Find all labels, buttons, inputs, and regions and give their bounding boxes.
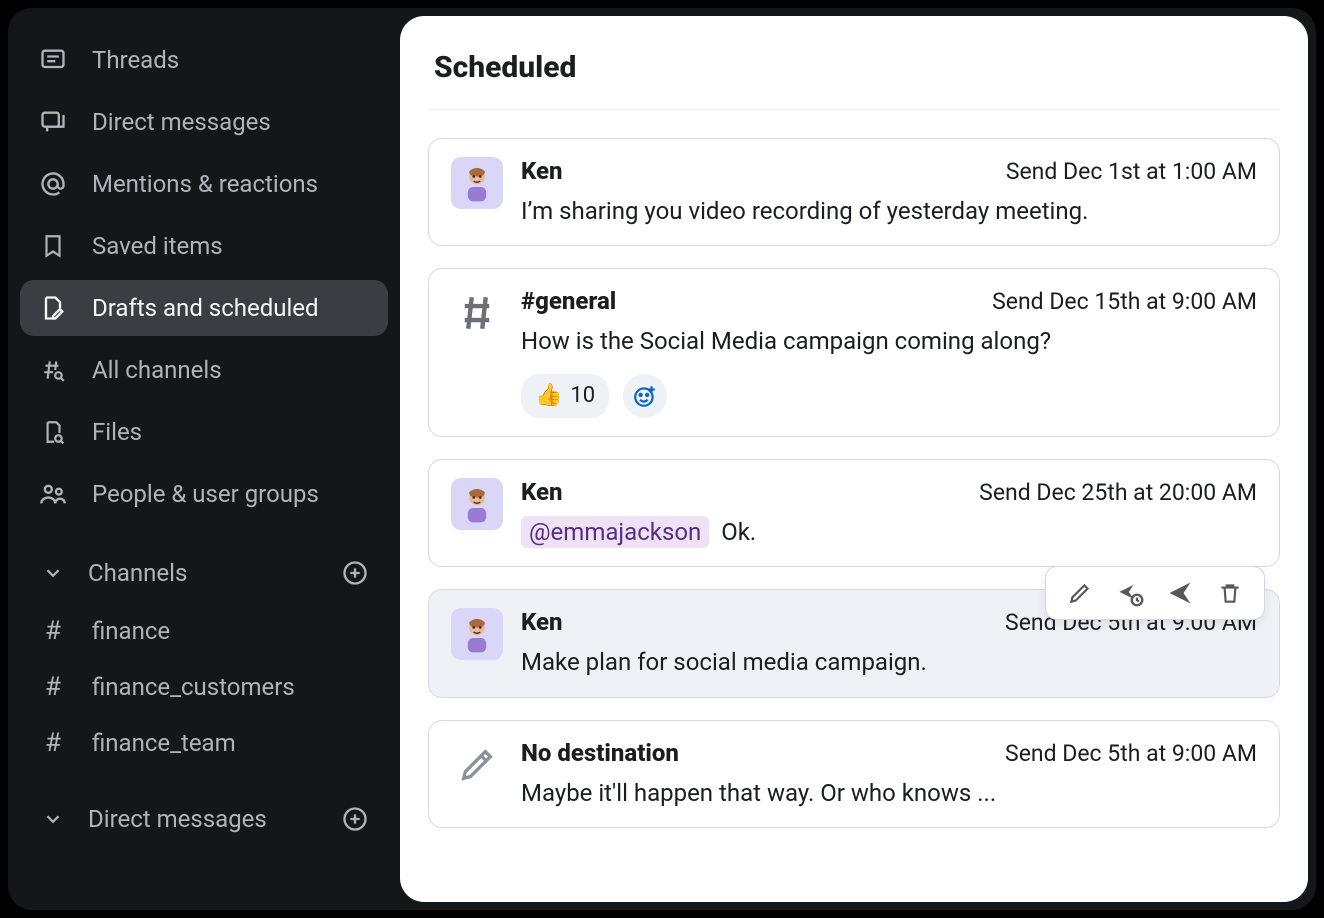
send-now-button[interactable] bbox=[1164, 577, 1196, 609]
send-time: Send Dec 15th at 9:00 AM bbox=[992, 288, 1257, 315]
direct-messages-icon bbox=[36, 105, 70, 139]
channel-name: finance bbox=[92, 617, 170, 645]
sidebar-item-all-channels[interactable]: All channels bbox=[20, 342, 388, 398]
recipient-name: No destination bbox=[521, 739, 679, 767]
add-reaction-button[interactable] bbox=[623, 374, 667, 418]
channel-name: finance_team bbox=[92, 729, 236, 757]
recipient-name: Ken bbox=[521, 608, 563, 636]
scheduled-message-card[interactable]: Ken Send Dec 1st at 1:00 AM I’m sharing … bbox=[428, 138, 1280, 246]
reschedule-button[interactable] bbox=[1114, 577, 1146, 609]
draft-edit-icon bbox=[36, 291, 70, 325]
add-channel-button[interactable] bbox=[338, 556, 372, 590]
sidebar-item-direct-messages[interactable]: Direct messages bbox=[20, 94, 388, 150]
draft-pencil-icon bbox=[451, 739, 503, 791]
sidebar-item-threads[interactable]: Threads bbox=[20, 32, 388, 88]
add-dm-button[interactable] bbox=[338, 802, 372, 836]
scheduled-list: Ken Send Dec 1st at 1:00 AM I’m sharing … bbox=[428, 138, 1280, 828]
page-title: Scheduled bbox=[428, 40, 1280, 110]
sidebar-item-label: All channels bbox=[92, 356, 222, 385]
section-label: Direct messages bbox=[88, 805, 267, 833]
hash-icon: # bbox=[36, 728, 70, 758]
reaction-count: 10 bbox=[570, 383, 595, 408]
message-text: How is the Social Media campaign coming … bbox=[521, 325, 1257, 357]
send-time: Send Dec 5th at 9:00 AM bbox=[1005, 740, 1257, 767]
scheduled-message-card[interactable]: Ken Send Dec 5th at 9:00 AM Make plan fo… bbox=[428, 589, 1280, 697]
sidebar-item-mentions[interactable]: Mentions & reactions bbox=[20, 156, 388, 212]
user-avatar bbox=[451, 608, 503, 660]
people-icon bbox=[36, 477, 70, 511]
sidebar-item-label: Drafts and scheduled bbox=[92, 294, 319, 323]
section-label: Channels bbox=[88, 559, 187, 587]
recipient-name: Ken bbox=[521, 478, 563, 506]
threads-icon bbox=[36, 43, 70, 77]
app-root: Threads Direct messages Mentions & react… bbox=[8, 8, 1316, 910]
channel-finance-team[interactable]: # finance_team bbox=[20, 718, 388, 768]
reaction-emoji: 👍 bbox=[535, 383, 562, 408]
sidebar-item-label: Files bbox=[92, 418, 142, 447]
recipient-name: #general bbox=[521, 287, 616, 315]
send-time: Send Dec 25th at 20:00 AM bbox=[979, 479, 1257, 506]
sidebar-item-saved[interactable]: Saved items bbox=[20, 218, 388, 274]
direct-messages-section-header[interactable]: Direct messages bbox=[20, 792, 388, 846]
user-avatar bbox=[451, 157, 503, 209]
channel-finance[interactable]: # finance bbox=[20, 606, 388, 656]
scheduled-message-card[interactable]: No destination Send Dec 5th at 9:00 AM M… bbox=[428, 720, 1280, 828]
sidebar-item-label: Threads bbox=[92, 46, 179, 75]
hash-icon: # bbox=[36, 616, 70, 646]
reaction-pill[interactable]: 👍 10 bbox=[521, 374, 609, 418]
sidebar: Threads Direct messages Mentions & react… bbox=[8, 8, 400, 910]
message-text-after: Ok. bbox=[721, 518, 756, 546]
sidebar-item-files[interactable]: Files bbox=[20, 404, 388, 460]
sidebar-item-label: Mentions & reactions bbox=[92, 170, 318, 199]
message-text: Make plan for social media campaign. bbox=[521, 646, 1257, 678]
bookmark-icon bbox=[36, 229, 70, 263]
chevron-down-icon bbox=[36, 808, 70, 830]
hash-search-icon bbox=[36, 353, 70, 387]
edit-message-button[interactable] bbox=[1064, 577, 1096, 609]
file-search-icon bbox=[36, 415, 70, 449]
recipient-name: Ken bbox=[521, 157, 563, 185]
chevron-down-icon bbox=[36, 562, 70, 584]
channels-section-header[interactable]: Channels bbox=[20, 546, 388, 600]
channel-hash-icon bbox=[451, 287, 503, 339]
sidebar-item-drafts-scheduled[interactable]: Drafts and scheduled bbox=[20, 280, 388, 336]
reactions-row: 👍 10 bbox=[521, 374, 1257, 418]
at-sign-icon bbox=[36, 167, 70, 201]
message-text: Maybe it'll happen that way. Or who know… bbox=[521, 777, 1257, 809]
sidebar-item-label: Direct messages bbox=[92, 108, 271, 137]
delete-message-button[interactable] bbox=[1214, 577, 1246, 609]
scheduled-message-card[interactable]: #general Send Dec 15th at 9:00 AM How is… bbox=[428, 268, 1280, 436]
sidebar-item-people[interactable]: People & user groups bbox=[20, 466, 388, 522]
sidebar-item-label: People & user groups bbox=[92, 480, 319, 509]
main-panel: Scheduled Ken Send Dec 1st at 1:00 AM I’… bbox=[400, 16, 1308, 902]
scheduled-message-card[interactable]: Ken Send Dec 25th at 20:00 AM @emmajacks… bbox=[428, 459, 1280, 567]
message-hover-toolbar bbox=[1045, 566, 1265, 620]
sidebar-item-label: Saved items bbox=[92, 232, 223, 261]
hash-icon: # bbox=[36, 672, 70, 702]
user-mention[interactable]: @emmajackson bbox=[521, 516, 709, 548]
message-text: I’m sharing you video recording of yeste… bbox=[521, 195, 1257, 227]
channel-finance-customers[interactable]: # finance_customers bbox=[20, 662, 388, 712]
channel-name: finance_customers bbox=[92, 673, 295, 701]
send-time: Send Dec 1st at 1:00 AM bbox=[1006, 158, 1257, 185]
user-avatar bbox=[451, 478, 503, 530]
message-text: @emmajackson Ok. bbox=[521, 516, 1257, 548]
